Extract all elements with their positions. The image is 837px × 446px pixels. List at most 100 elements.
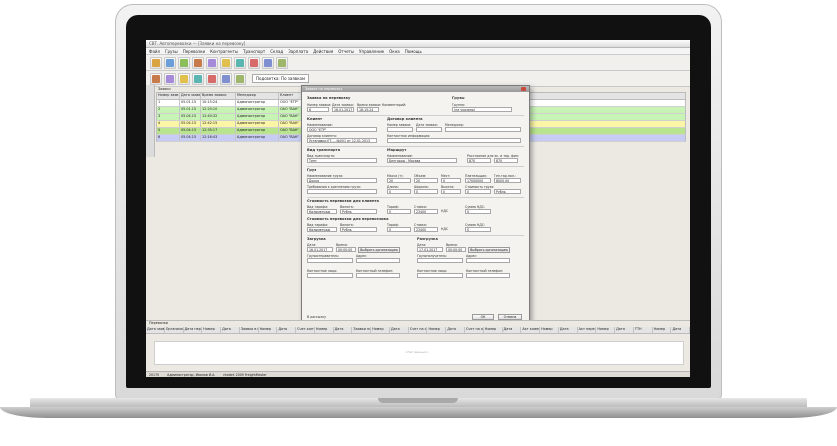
chart-icon[interactable] [276, 56, 288, 69]
export-icon[interactable] [234, 72, 246, 85]
menu-item-11[interactable]: Помощь [405, 49, 422, 54]
print-icon[interactable] [178, 56, 190, 69]
order-num-field[interactable]: 6 [307, 107, 329, 112]
transport-column-header[interactable]: Номер [653, 327, 672, 333]
menu-item-5[interactable]: Склад [270, 49, 283, 54]
new-icon[interactable] [150, 72, 162, 85]
transport-column-header[interactable]: Счет-контур клиента [296, 327, 315, 333]
transport-column-header[interactable]: ТТН [634, 327, 653, 333]
transport-column-header[interactable]: Счет на оплату клиента [409, 327, 428, 333]
users-icon[interactable] [248, 56, 260, 69]
rate-field-2[interactable]: 23400 [414, 227, 438, 232]
manager-field[interactable] [445, 127, 521, 132]
transport-column-header[interactable]: Дата перевозки [184, 327, 203, 333]
transport-column-header[interactable]: Заявка в клиента [240, 327, 259, 333]
menu-item-8[interactable]: Отчеты [338, 49, 354, 54]
nds-sum-field-2[interactable]: 0 [465, 227, 491, 232]
payer-field[interactable]: 17000000 [465, 178, 491, 183]
menu-item-9[interactable]: Управление [359, 49, 384, 54]
currency-select[interactable]: Рубль [340, 209, 377, 214]
loading-time-field[interactable]: 00:00:00 [336, 247, 356, 252]
insurance-currency-select[interactable]: Рубль [494, 189, 521, 194]
transport-column-header[interactable]: Счет на оплату перевозчика [465, 327, 484, 333]
transport-column-header[interactable]: Акт клиента [521, 327, 541, 333]
transport-column-header[interactable]: Акт перевозчика [578, 327, 597, 333]
length-field[interactable]: 0 [387, 189, 411, 194]
contact-info-field[interactable] [387, 138, 521, 143]
choose-consignee-button[interactable]: Выбрать организацию [468, 247, 510, 253]
transport-column-header[interactable]: Дата [671, 327, 690, 333]
shipper-phone-field[interactable] [356, 273, 400, 278]
height-field[interactable]: 0 [441, 189, 461, 194]
menu-item-7[interactable]: Действия [313, 49, 333, 54]
choose-shipper-button[interactable]: Выбрать организацию [358, 247, 400, 253]
orders-column-header[interactable]: Время заявки [201, 93, 236, 99]
highlight-select[interactable]: Подсветка: По заявкам [252, 74, 310, 83]
client-name-select[interactable]: ООО "ЕТР" [307, 127, 377, 132]
edit-icon[interactable] [164, 72, 176, 85]
close-icon[interactable] [521, 87, 526, 91]
rate-field[interactable]: 23400 [414, 209, 438, 214]
transport-column-header[interactable]: Заявки перевозчика [352, 327, 372, 333]
orders-column-header[interactable]: Дата заявки [180, 93, 201, 99]
places-field[interactable]: 0 [441, 178, 461, 183]
tariff-type-select[interactable]: Километраж [307, 209, 337, 214]
refresh-icon[interactable] [206, 72, 218, 85]
copy-icon[interactable] [178, 72, 190, 85]
loading-date-field[interactable]: 16.01.2017 [307, 247, 333, 252]
contract-icon[interactable] [206, 56, 218, 69]
transport-column-header[interactable]: Номер [202, 327, 222, 333]
tariff-field-2[interactable]: 0 [387, 227, 411, 232]
transport-column-header[interactable]: Номер [484, 327, 503, 333]
transport-column-header[interactable]: Дата [334, 327, 353, 333]
transport-column-header[interactable]: Дата [446, 327, 466, 333]
insurance-field[interactable]: 0 [465, 189, 491, 194]
transport-column-header[interactable]: Дата заявки [146, 327, 165, 333]
nds-checkbox[interactable]: НДС [441, 209, 448, 213]
contract-num-field[interactable] [387, 127, 413, 132]
menu-item-4[interactable]: Транспорт [243, 49, 265, 54]
width-field[interactable]: 0 [414, 189, 438, 194]
menu-item-2[interactable]: Перевозки [183, 49, 205, 54]
map-icon[interactable] [262, 56, 274, 69]
transport-column-header[interactable]: Дата [615, 327, 634, 333]
transport-column-header[interactable]: Номер [540, 327, 559, 333]
distance2-field[interactable]: 870 [494, 158, 518, 163]
orders-column-header[interactable]: Менеджер [236, 93, 279, 99]
save-icon[interactable] [164, 56, 176, 69]
order-date-field[interactable]: 16.01.2017 [332, 107, 354, 112]
transport-column-header[interactable]: Номер [371, 327, 390, 333]
consignee-phone-field[interactable] [466, 273, 510, 278]
unloading-time-field[interactable]: 00:00:00 [446, 247, 466, 252]
open-icon[interactable] [150, 56, 162, 69]
distance-field[interactable]: 870 [467, 158, 491, 163]
contract-date-field[interactable] [416, 127, 442, 132]
delete-icon[interactable] [192, 72, 204, 85]
tariff-field[interactable]: 0 [387, 209, 411, 214]
currency-select-2[interactable]: Рубль [340, 227, 377, 232]
truck-icon[interactable] [192, 56, 204, 69]
shipper-address-field[interactable] [356, 258, 400, 263]
group-select[interactable]: (не указано) [452, 107, 512, 112]
menu-item-10[interactable]: Окна [389, 49, 400, 54]
transport-column-header[interactable]: Дата [390, 327, 409, 333]
tariff-type-select-2[interactable]: Километраж [307, 227, 337, 232]
client-contract-select[interactable]: Установки ЕТ-... №001 от 12.01.2013 [307, 138, 377, 143]
transport-type-select[interactable]: Тент [307, 158, 377, 163]
menu-item-6[interactable]: Зарплата [288, 49, 308, 54]
consignee-address-field[interactable] [466, 258, 510, 263]
volume-field[interactable]: 20 [414, 178, 438, 183]
report-icon[interactable] [220, 56, 232, 69]
menu-item-1[interactable]: Грузы [165, 49, 178, 54]
print-checkbox[interactable]: В рассылку [307, 315, 326, 319]
route-select[interactable]: Белгород - Москва [387, 158, 457, 163]
transport-column-header[interactable]: Номер [315, 327, 334, 333]
settings-icon[interactable] [234, 56, 246, 69]
mass-field[interactable]: 20 [387, 178, 411, 183]
transport-column-header[interactable]: Организация [165, 327, 184, 333]
left-side-tabs[interactable] [146, 85, 155, 157]
transport-column-header[interactable]: Номер [427, 327, 447, 333]
transport-column-header[interactable]: Дата [559, 327, 578, 333]
transport-column-header[interactable]: Дата [277, 327, 297, 333]
shipper-field[interactable] [307, 258, 353, 263]
